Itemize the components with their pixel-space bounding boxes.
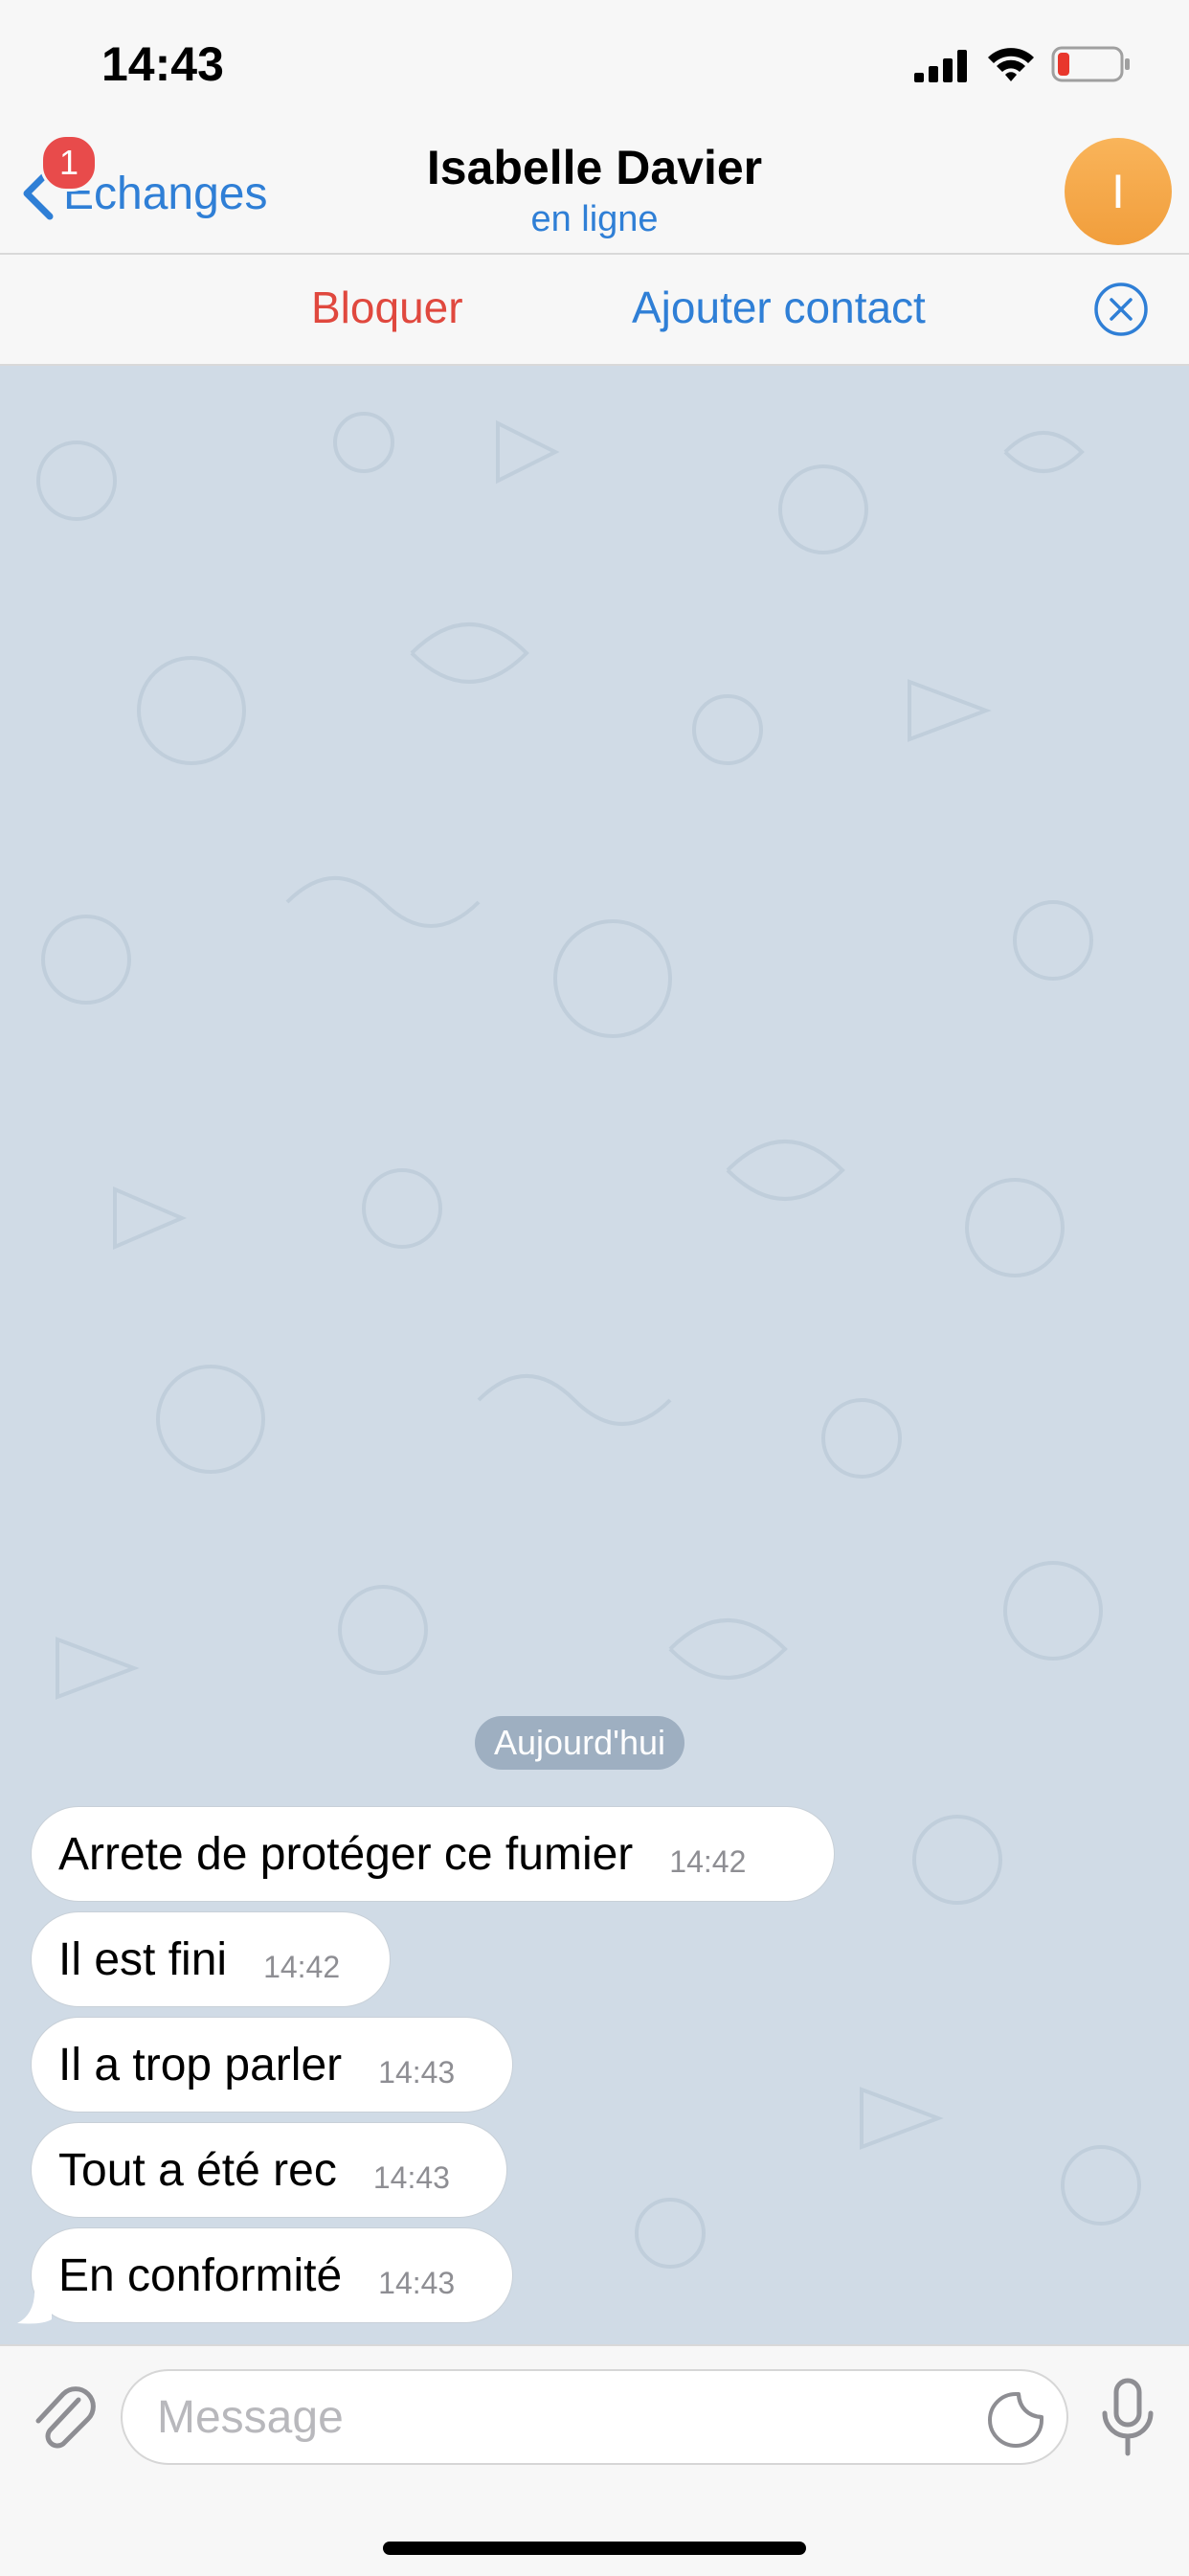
signal-icon <box>914 50 967 82</box>
message-text: Tout a été rec <box>58 2144 337 2196</box>
date-separator: Aujourd'hui <box>475 1716 684 1770</box>
home-indicator <box>383 2542 806 2555</box>
close-circle-icon[interactable] <box>1093 282 1149 337</box>
block-button[interactable]: Bloquer <box>311 282 463 333</box>
message-time: 14:43 <box>378 2054 456 2090</box>
avatar[interactable]: I <box>1065 138 1172 245</box>
message-bubble[interactable]: En conformité 14:43 <box>31 2227 513 2323</box>
add-contact-button[interactable]: Ajouter contact <box>632 282 926 333</box>
chat-header: Échanges 1 Isabelle Davier en ligne I <box>0 126 1189 255</box>
message-time: 14:42 <box>669 1843 747 1879</box>
message-bubble[interactable]: Tout a été rec 14:43 <box>31 2122 507 2218</box>
status-bar: 14:43 <box>0 0 1189 126</box>
unread-badge: 1 <box>40 134 98 192</box>
message-bubble[interactable]: Il est fini 14:42 <box>31 1911 391 2007</box>
bubble-tail <box>17 2285 52 2324</box>
status-time: 14:43 <box>101 37 224 91</box>
message-time: 14:43 <box>372 2159 450 2195</box>
message-time: 14:42 <box>263 1949 341 1984</box>
message-bubble[interactable]: Arrete de protéger ce fumier 14:42 <box>31 1806 835 1902</box>
sticker-icon[interactable] <box>986 2390 1045 2450</box>
message-bubble[interactable]: Il a trop parler 14:43 <box>31 2017 513 2113</box>
paperclip-icon[interactable] <box>29 2381 96 2457</box>
microphone-icon[interactable] <box>1099 2377 1156 2459</box>
contact-action-bar: Bloquer Ajouter contact <box>0 255 1189 366</box>
chat-area[interactable]: Aujourd'hui Arrete de protéger ce fumier… <box>0 366 1189 2344</box>
message-text: Il est fini <box>58 1933 228 1985</box>
message-time: 14:43 <box>378 2265 456 2300</box>
message-input[interactable] <box>121 2369 1068 2465</box>
message-text: Il a trop parler <box>58 2039 343 2090</box>
message-text: Arrete de protéger ce fumier <box>58 1828 634 1880</box>
message-input-bar <box>0 2344 1189 2576</box>
wifi-icon <box>988 48 1034 81</box>
battery-low-icon <box>1051 46 1130 82</box>
message-text: En conformité <box>58 2249 343 2301</box>
